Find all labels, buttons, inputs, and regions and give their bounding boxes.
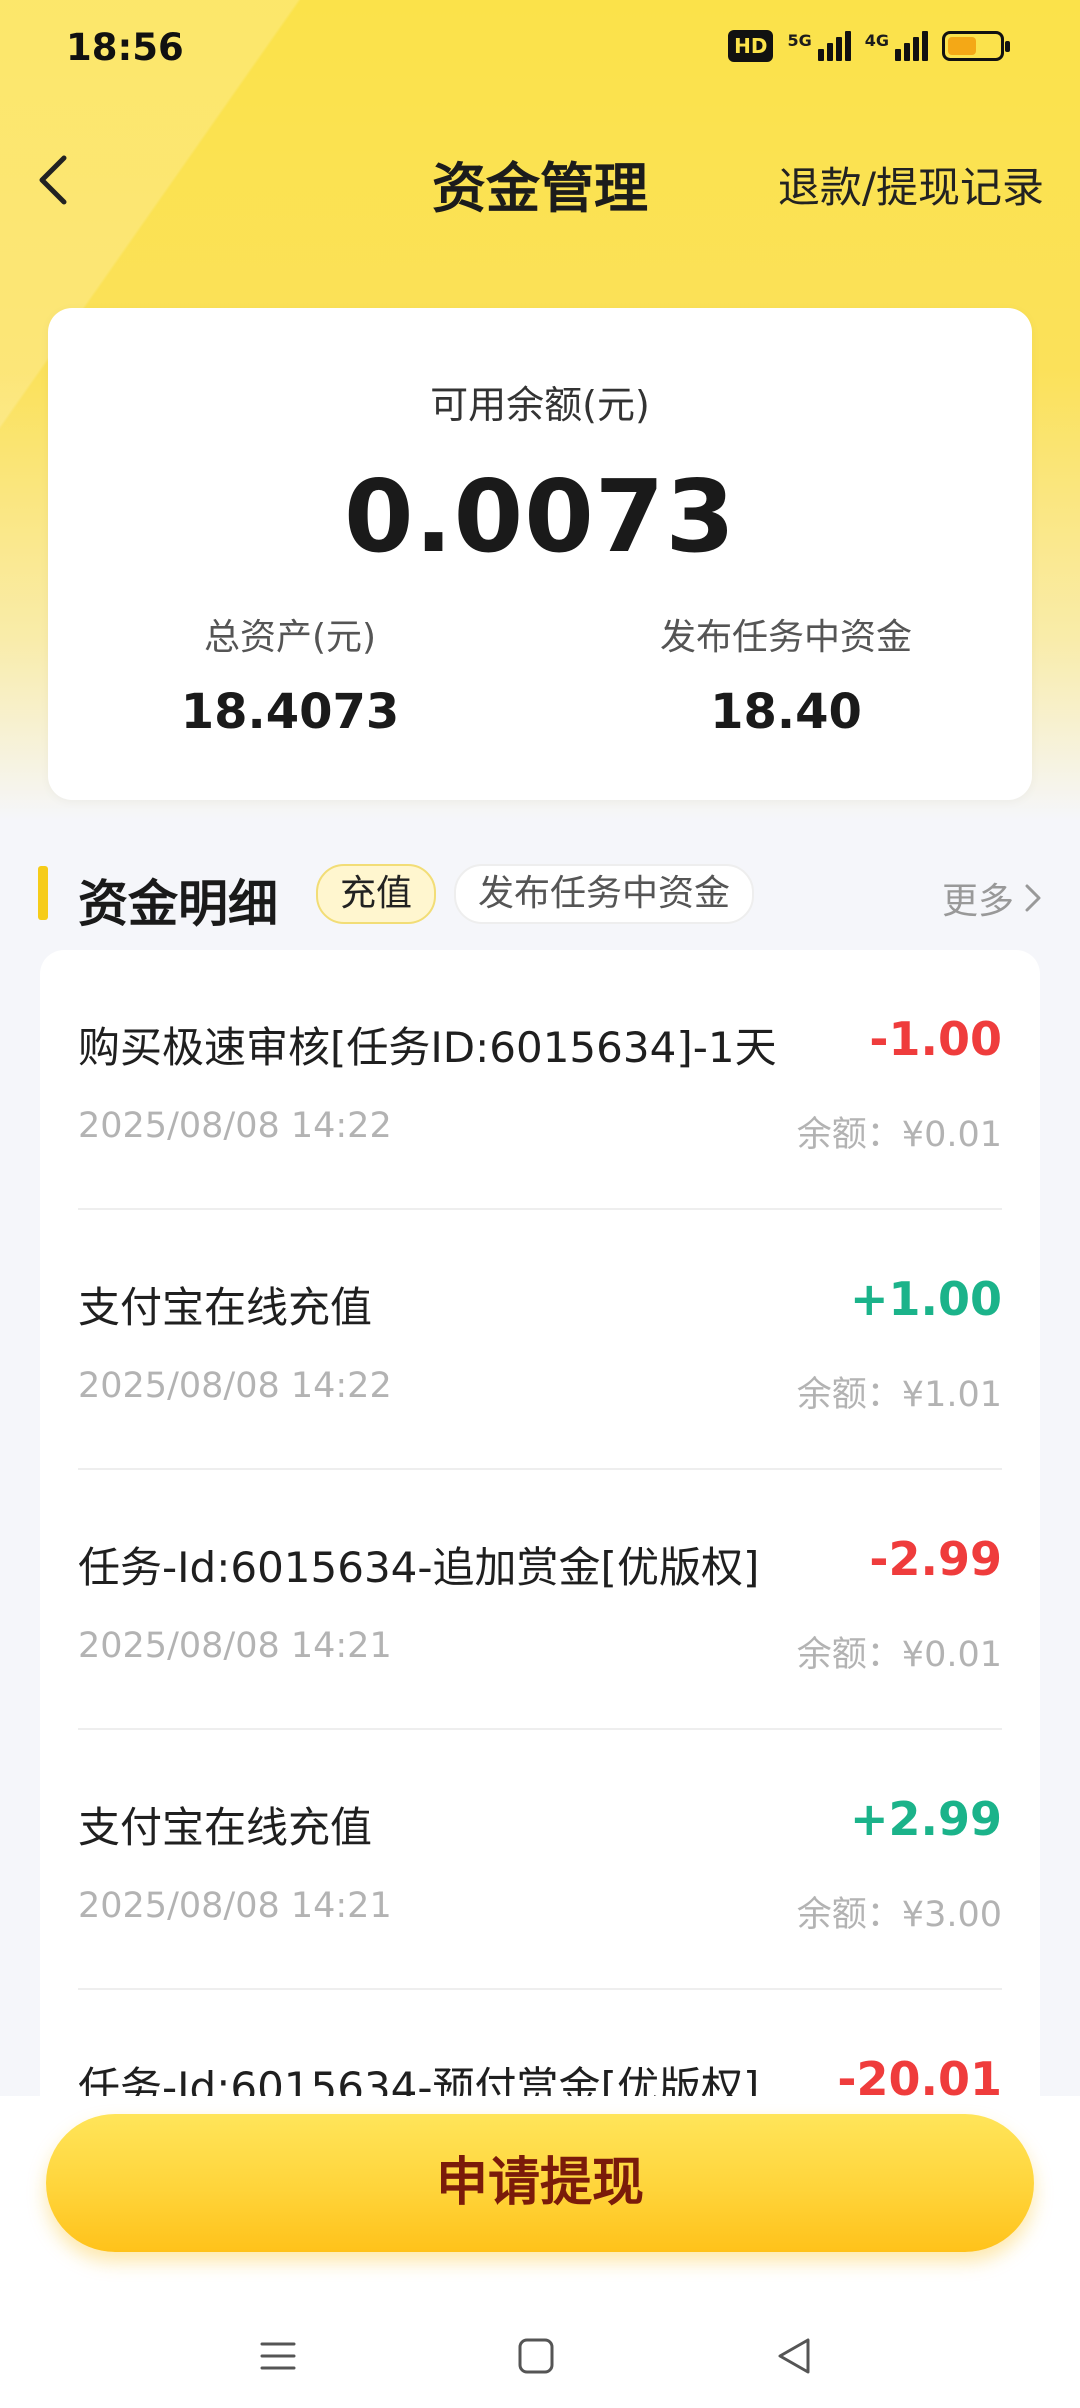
status-icons: HD 5G 4G [728, 30, 1010, 62]
tx-amount: +1.00 [849, 1272, 1002, 1326]
filter-chip-publishing[interactable]: 发布任务中资金 [454, 864, 755, 924]
system-nav-bar [0, 2316, 1080, 2396]
battery-level [948, 37, 976, 55]
transaction-list: 购买极速审核[任务ID:6015634]-1天 -1.00 2025/08/08… [40, 950, 1040, 2100]
total-assets: 总资产(元) 18.4073 [80, 608, 500, 740]
available-balance-value: 0.0073 [344, 458, 736, 575]
tx-date: 2025/08/08 14:22 [78, 1106, 392, 1146]
details-title: 资金明细 [78, 875, 278, 933]
list-item[interactable]: 任务-Id:6015634-预付赏金[优版权] -20.01 [78, 1990, 1002, 2100]
status-time: 18:56 [66, 26, 184, 69]
tx-amount: -2.99 [869, 1532, 1002, 1586]
publishing-funds-label: 发布任务中资金 [659, 617, 912, 658]
tx-balance: 余额：¥0.01 [796, 1635, 1002, 1675]
list-item[interactable]: 支付宝在线充值 +2.99 2025/08/08 14:21 余额：¥3.00 [78, 1730, 1002, 1990]
net-5g-label: 5G [787, 31, 812, 50]
home-square-icon[interactable] [506, 2326, 566, 2386]
tx-amount: +2.99 [849, 1792, 1002, 1846]
more-label: 更多 [941, 881, 1014, 922]
available-balance-label: 可用余额(元) [430, 383, 650, 427]
refund-withdraw-records-link[interactable]: 退款/提现记录 [778, 154, 1044, 215]
list-item[interactable]: 购买极速审核[任务ID:6015634]-1天 -1.00 2025/08/08… [78, 950, 1002, 1210]
hd-voice-icon: HD [728, 30, 774, 62]
chevron-right-icon [1025, 884, 1041, 912]
tx-date: 2025/08/08 14:22 [78, 1366, 392, 1406]
apply-withdraw-button[interactable]: 申请提现 [46, 2114, 1034, 2252]
top-nav: 资金管理 退款/提现记录 [0, 130, 1080, 230]
tx-balance: 余额：¥1.01 [796, 1375, 1002, 1415]
chevron-left-icon[interactable] [26, 150, 86, 210]
tx-amount: -20.01 [837, 2052, 1002, 2100]
back-triangle-icon[interactable] [764, 2326, 824, 2386]
tx-name: 支付宝在线充值 [78, 1283, 373, 1332]
status-bar: 18:56 HD 5G 4G [0, 0, 1080, 100]
net-4g-label: 4G [864, 31, 889, 50]
tx-date: 2025/08/08 14:21 [78, 1626, 392, 1666]
tx-date: 2025/08/08 14:21 [78, 1886, 392, 1926]
filter-chip-recharge[interactable]: 充值 [316, 864, 437, 924]
tx-name: 任务-Id:6015634-预付赏金[优版权] [78, 2063, 760, 2100]
tx-balance: 余额：¥3.00 [796, 1895, 1002, 1935]
bottom-bar: 申请提现 [0, 2096, 1080, 2408]
details-header: 资金明细 充值 发布任务中资金 更多 [0, 858, 1080, 933]
tx-name: 任务-Id:6015634-追加赏金[优版权] [78, 1543, 760, 1592]
tx-amount: -1.00 [869, 1012, 1002, 1066]
section-accent-bar [38, 866, 48, 920]
balance-card: 可用余额(元) 0.0073 总资产(元) 18.4073 发布任务中资金 18… [48, 308, 1032, 800]
total-assets-label: 总资产(元) [203, 617, 377, 658]
list-item[interactable]: 任务-Id:6015634-追加赏金[优版权] -2.99 2025/08/08… [78, 1470, 1002, 1730]
more-link[interactable]: 更多 [942, 872, 1042, 924]
publishing-funds: 发布任务中资金 18.40 [576, 608, 996, 740]
tx-name: 购买极速审核[任务ID:6015634]-1天 [78, 1023, 777, 1072]
signal-5g-icon: 5G [787, 31, 851, 61]
publishing-funds-value: 18.40 [710, 684, 862, 740]
tx-name: 支付宝在线充值 [78, 1803, 373, 1852]
menu-icon[interactable] [248, 2326, 308, 2386]
battery-icon [942, 31, 1010, 61]
signal-4g-icon: 4G [865, 31, 928, 61]
total-assets-value: 18.4073 [180, 684, 400, 740]
list-item[interactable]: 支付宝在线充值 +1.00 2025/08/08 14:22 余额：¥1.01 [78, 1210, 1002, 1470]
tx-balance: 余额：¥0.01 [796, 1115, 1002, 1155]
